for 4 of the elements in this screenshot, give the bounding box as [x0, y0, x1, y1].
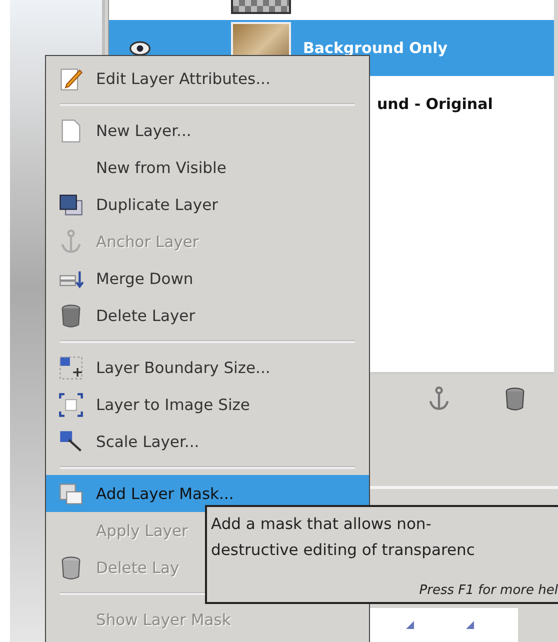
layer-name: und - Original [377, 95, 493, 113]
tooltip-text: Add a mask that allows non- destructive editing of transparenc [211, 514, 476, 561]
layer-name: Background Only [303, 39, 448, 57]
tooltip-help-text: Press F1 for more hel [419, 583, 558, 598]
